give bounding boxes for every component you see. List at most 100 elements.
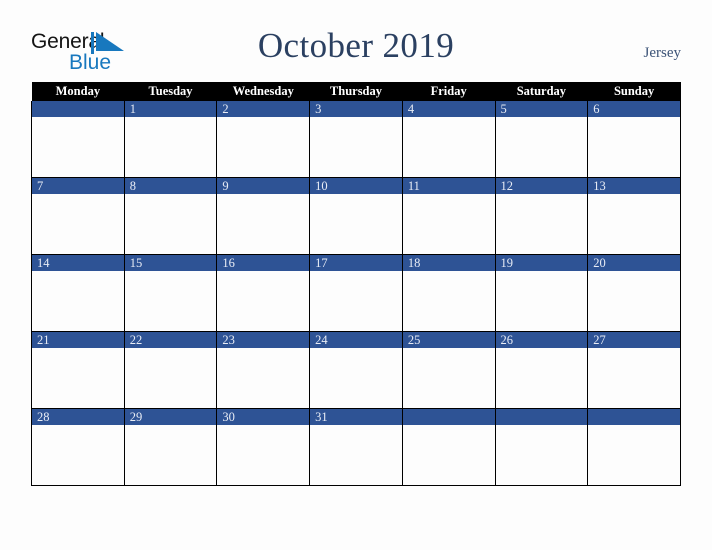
day-events-area[interactable] [310,271,402,331]
day-cell[interactable] [587,408,681,486]
day-events-area[interactable] [588,194,680,254]
day-number: 18 [402,255,495,271]
day-events-area[interactable] [402,348,495,408]
day-number: 31 [310,409,402,425]
day-cell[interactable]: 2 [216,101,311,178]
day-events-area[interactable] [217,425,310,485]
day-events-area[interactable] [402,271,495,331]
day-events-area[interactable] [588,271,680,331]
day-events-area[interactable] [495,271,588,331]
day-events-area[interactable] [402,117,495,177]
day-events-area[interactable] [402,425,495,485]
day-number: 17 [310,255,402,271]
day-events-area[interactable] [310,117,402,177]
day-events-area[interactable] [124,425,217,485]
day-number: 12 [495,178,588,194]
day-cell[interactable]: 12 [494,177,589,255]
day-cell[interactable]: 29 [123,408,218,486]
day-cell[interactable]: 20 [587,254,681,332]
day-number: 20 [588,255,680,271]
day-events-area[interactable] [588,348,680,408]
day-cell[interactable]: 13 [587,177,681,255]
day-events-area[interactable] [310,348,402,408]
day-cell[interactable]: 7 [31,177,125,255]
day-number: 7 [32,178,124,194]
day-events-area[interactable] [217,117,310,177]
week-row: 14 15 16 17 18 19 20 [31,254,681,332]
day-events-area[interactable] [124,348,217,408]
day-events-area[interactable] [124,117,217,177]
day-number: 19 [495,255,588,271]
day-cell[interactable]: 15 [123,254,218,332]
day-cell[interactable] [31,101,125,178]
day-events-area[interactable] [495,348,588,408]
day-cell[interactable]: 19 [494,254,589,332]
day-events-area[interactable] [217,348,310,408]
day-events-area[interactable] [217,271,310,331]
day-cell[interactable]: 17 [309,254,403,332]
day-cell[interactable]: 24 [309,331,403,409]
day-number: 21 [32,332,124,348]
day-number: 15 [124,255,217,271]
region-label: Jersey [643,45,682,61]
day-events-area[interactable] [32,425,124,485]
day-cell[interactable]: 1 [123,101,218,178]
day-events-area[interactable] [310,425,402,485]
day-number: 29 [124,409,217,425]
day-number [402,409,495,425]
day-cell[interactable] [401,408,496,486]
day-events-area[interactable] [588,117,680,177]
day-events-area[interactable] [495,194,588,254]
day-cell[interactable] [494,408,589,486]
day-cell[interactable]: 25 [401,331,496,409]
day-cell[interactable]: 5 [494,101,589,178]
day-events-area[interactable] [217,194,310,254]
day-cell[interactable]: 4 [401,101,496,178]
day-cell[interactable]: 8 [123,177,218,255]
day-number: 14 [32,255,124,271]
day-events-area[interactable] [495,425,588,485]
day-events-area[interactable] [402,194,495,254]
day-cell[interactable]: 27 [587,331,681,409]
month-calendar-grid: Monday Tuesday Wednesday Thursday Friday… [31,82,681,486]
day-cell[interactable]: 10 [309,177,403,255]
day-number: 3 [310,101,402,117]
day-events-area[interactable] [310,194,402,254]
day-number: 27 [588,332,680,348]
day-cell[interactable]: 6 [587,101,681,178]
weekday-header-friday: Friday [402,82,496,101]
day-cell[interactable]: 18 [401,254,496,332]
day-number [495,409,588,425]
day-number: 26 [495,332,588,348]
day-cell[interactable]: 21 [31,331,125,409]
week-row: 7 8 9 10 11 12 13 [31,177,681,255]
day-number: 6 [588,101,680,117]
day-cell[interactable]: 14 [31,254,125,332]
day-events-area[interactable] [124,271,217,331]
day-number [32,101,124,117]
day-cell[interactable]: 11 [401,177,496,255]
day-cell[interactable]: 9 [216,177,311,255]
day-events-area[interactable] [495,117,588,177]
day-events-area[interactable] [32,271,124,331]
day-cell[interactable]: 26 [494,331,589,409]
week-row: 21 22 23 24 25 26 27 [31,331,681,409]
day-events-area[interactable] [32,117,124,177]
day-events-area[interactable] [124,194,217,254]
day-number: 22 [124,332,217,348]
day-cell[interactable]: 22 [123,331,218,409]
day-events-area[interactable] [32,348,124,408]
day-cell[interactable]: 30 [216,408,311,486]
day-cell[interactable]: 31 [309,408,403,486]
day-cell[interactable]: 28 [31,408,125,486]
day-events-area[interactable] [32,194,124,254]
page-title: October 2019 [257,26,455,65]
day-number: 9 [217,178,310,194]
weekday-header-sunday: Sunday [587,82,681,101]
weekday-header-row: Monday Tuesday Wednesday Thursday Friday… [31,82,681,101]
day-number: 10 [310,178,402,194]
day-cell[interactable]: 16 [216,254,311,332]
day-cell[interactable]: 23 [216,331,311,409]
day-events-area[interactable] [588,425,680,485]
day-cell[interactable]: 3 [309,101,403,178]
